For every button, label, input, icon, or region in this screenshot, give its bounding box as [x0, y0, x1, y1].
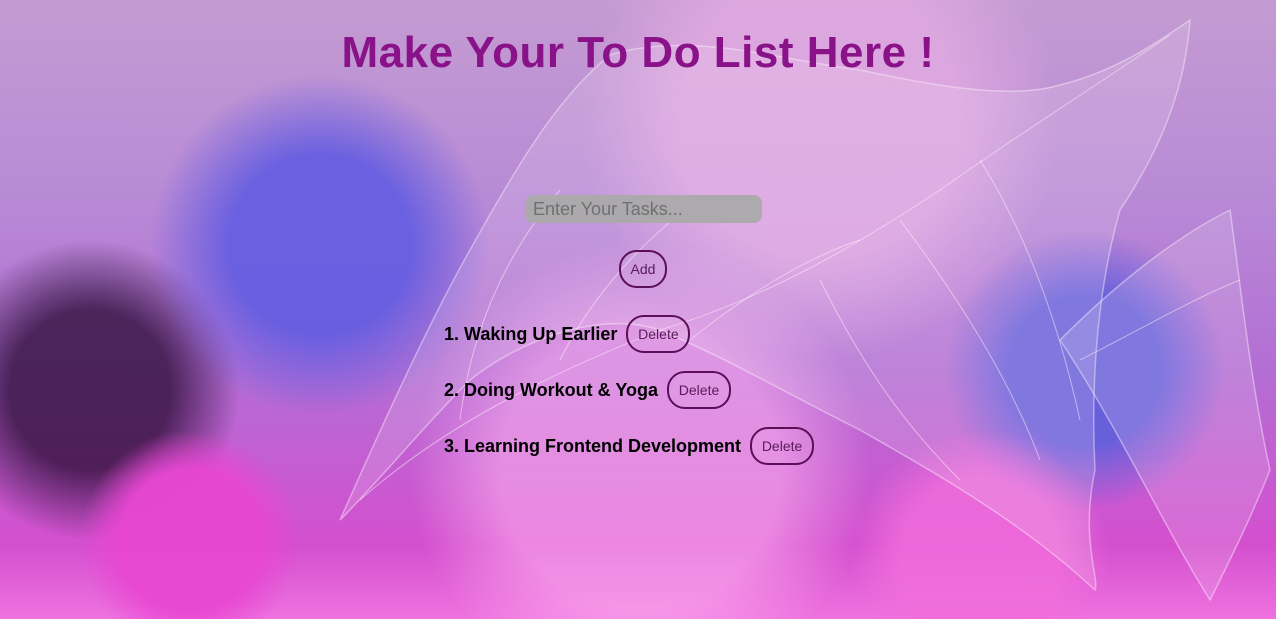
- delete-button[interactable]: Delete: [750, 427, 815, 465]
- task-label: 3. Learning Frontend Development: [444, 435, 742, 456]
- background-leaf-image: [339, 18, 1271, 602]
- task-input[interactable]: [525, 195, 762, 223]
- list-item: 1. Waking Up Earlier Delete: [444, 315, 814, 353]
- delete-button[interactable]: Delete: [626, 315, 691, 353]
- task-label: 1. Waking Up Earlier: [444, 323, 618, 344]
- list-item: 2. Doing Workout & Yoga Delete: [444, 371, 814, 409]
- list-item: 3. Learning Frontend Development Delete: [444, 427, 815, 465]
- task-label: 2. Doing Workout & Yoga: [444, 379, 659, 400]
- delete-button[interactable]: Delete: [667, 371, 732, 409]
- task-list: 1. Waking Up Earlier Delete 2. Doing Wor…: [444, 315, 815, 483]
- page-title: Make Your To Do List Here !: [341, 28, 935, 77]
- add-button[interactable]: Add: [619, 250, 667, 288]
